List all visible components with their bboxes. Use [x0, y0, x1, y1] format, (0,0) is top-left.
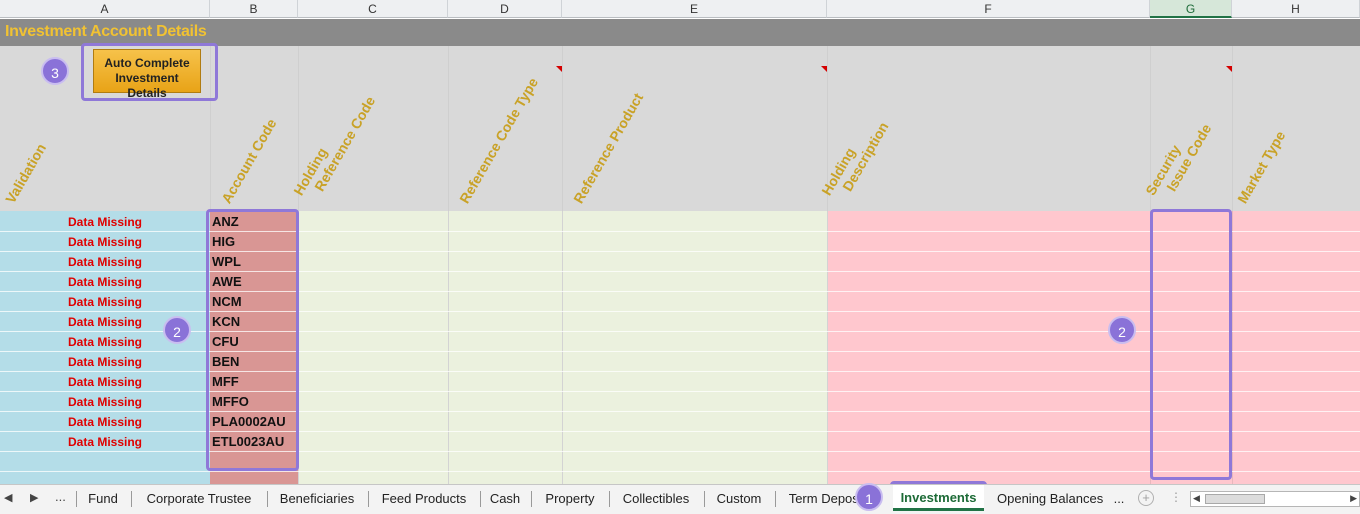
plus-circle-icon[interactable]: +	[1138, 490, 1154, 506]
tab-feed-products[interactable]: Feed Products	[372, 488, 476, 510]
validation-cell[interactable]: Data Missing	[0, 432, 210, 452]
validation-cell[interactable]: Data Missing	[0, 412, 210, 432]
validation-cell[interactable]: Data Missing	[0, 392, 210, 412]
tab-collectibles[interactable]: Collectibles	[613, 488, 699, 510]
sheet-title: Investment Account Details	[5, 23, 207, 40]
tab-scroll-next-icon[interactable]: ▶	[30, 491, 38, 504]
step-badge-1: 1	[855, 483, 883, 511]
scroll-left-icon[interactable]: ◀	[1193, 493, 1200, 504]
horizontal-scrollbar[interactable]: ◀ ▶	[1190, 491, 1360, 507]
tab-property[interactable]: Property	[535, 488, 605, 510]
tab-more[interactable]: ...	[1110, 488, 1128, 510]
validation-cell[interactable]: Data Missing	[0, 292, 210, 312]
tab-cash[interactable]: Cash	[484, 488, 526, 510]
column-header-g[interactable]: G	[1150, 0, 1232, 18]
tab-beneficiaries[interactable]: Beneficiaries	[271, 488, 363, 510]
tab-scroll-more[interactable]: ...	[55, 489, 66, 504]
step-badge-2-left: 2	[163, 316, 191, 344]
column-header-d[interactable]: D	[448, 0, 562, 18]
sheet-tab-bar: ◀ ▶ ... Fund Corporate Trustee Beneficia…	[0, 484, 1360, 514]
spreadsheet: A B C D E F G H Investment Account Detai…	[0, 0, 1360, 514]
column-header-a[interactable]: A	[0, 0, 210, 18]
column-header-f[interactable]: F	[827, 0, 1150, 18]
tab-investments[interactable]: Investments	[893, 485, 984, 511]
comment-indicator-e[interactable]	[821, 66, 827, 72]
tab-corporate-trustee[interactable]: Corporate Trustee	[135, 488, 263, 510]
callout-account-code-column	[206, 209, 299, 471]
tab-fund[interactable]: Fund	[80, 488, 126, 510]
validation-cell[interactable]: Data Missing	[0, 352, 210, 372]
validation-cell[interactable]: Data Missing	[0, 272, 210, 292]
validation-cell[interactable]: Data Missing	[0, 372, 210, 392]
column-header-e[interactable]: E	[562, 0, 827, 18]
column-header-h[interactable]: H	[1232, 0, 1360, 18]
validation-cell[interactable]: Data Missing	[0, 232, 210, 252]
comment-indicator-d[interactable]	[556, 66, 562, 72]
tab-splitter-icon[interactable]: ⋮	[1170, 490, 1182, 504]
scroll-right-icon[interactable]: ▶	[1350, 493, 1357, 504]
callout-auto-complete-button	[81, 43, 218, 101]
step-badge-3: 3	[41, 57, 69, 85]
comment-indicator-g[interactable]	[1226, 66, 1232, 72]
scrollbar-thumb[interactable]	[1205, 494, 1265, 504]
column-header-b[interactable]: B	[210, 0, 298, 18]
tab-opening-balances[interactable]: Opening Balances	[997, 488, 1111, 510]
callout-security-issue-code-column	[1150, 209, 1232, 480]
column-header-c[interactable]: C	[298, 0, 448, 18]
validation-cell[interactable]: Data Missing	[0, 252, 210, 272]
validation-cell[interactable]: Data Missing	[0, 212, 210, 232]
tab-scroll-prev-icon[interactable]: ◀	[4, 491, 12, 504]
tab-custom[interactable]: Custom	[708, 488, 770, 510]
step-badge-2-right: 2	[1108, 316, 1136, 344]
title-band: Investment Account Details	[0, 19, 1360, 46]
